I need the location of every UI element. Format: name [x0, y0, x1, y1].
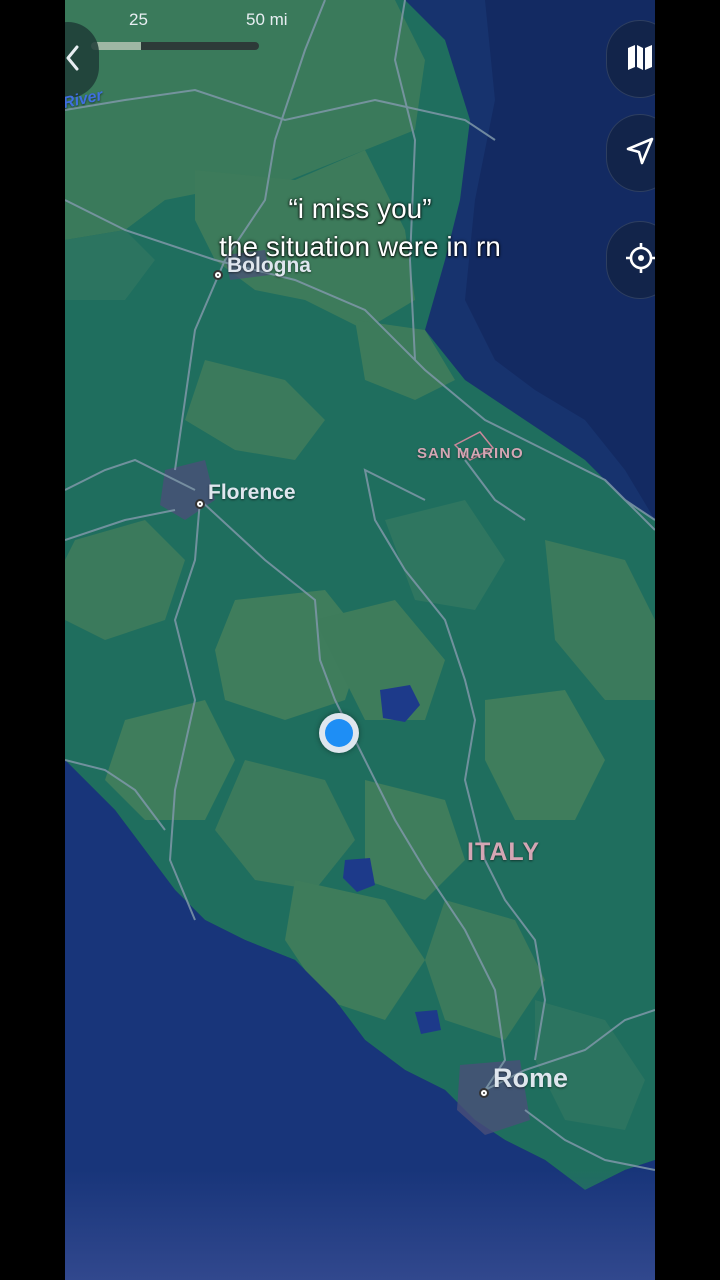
- label-italy: ITALY: [467, 838, 541, 866]
- user-location-marker[interactable]: [319, 713, 359, 753]
- scale-track: [91, 42, 259, 50]
- map-view[interactable]: 25 50 mi River Bologna Florence SAN MARI…: [65, 0, 655, 1280]
- bologna-dot: [213, 270, 223, 280]
- rome-dot: [479, 1088, 489, 1098]
- caption-line-1: “i miss you”: [288, 193, 432, 224]
- scale-label-25: 25: [129, 10, 148, 29]
- florence-dot: [195, 499, 205, 509]
- label-florence[interactable]: Florence: [208, 481, 296, 505]
- label-rome[interactable]: Rome: [493, 1063, 568, 1094]
- navigation-arrow-icon: [625, 136, 655, 171]
- map-layers-button[interactable]: [606, 20, 655, 98]
- navigate-button[interactable]: [606, 114, 655, 192]
- scale-label-50: 50 mi: [246, 10, 288, 29]
- bottom-fade: [65, 1170, 655, 1280]
- label-san-marino[interactable]: SAN MARINO: [417, 445, 524, 462]
- map-icon: [625, 42, 655, 77]
- chevron-left-icon: [65, 45, 79, 76]
- scale-bar: 25 50 mi: [91, 8, 291, 50]
- caption-line-2: the situation were in rn: [219, 231, 501, 262]
